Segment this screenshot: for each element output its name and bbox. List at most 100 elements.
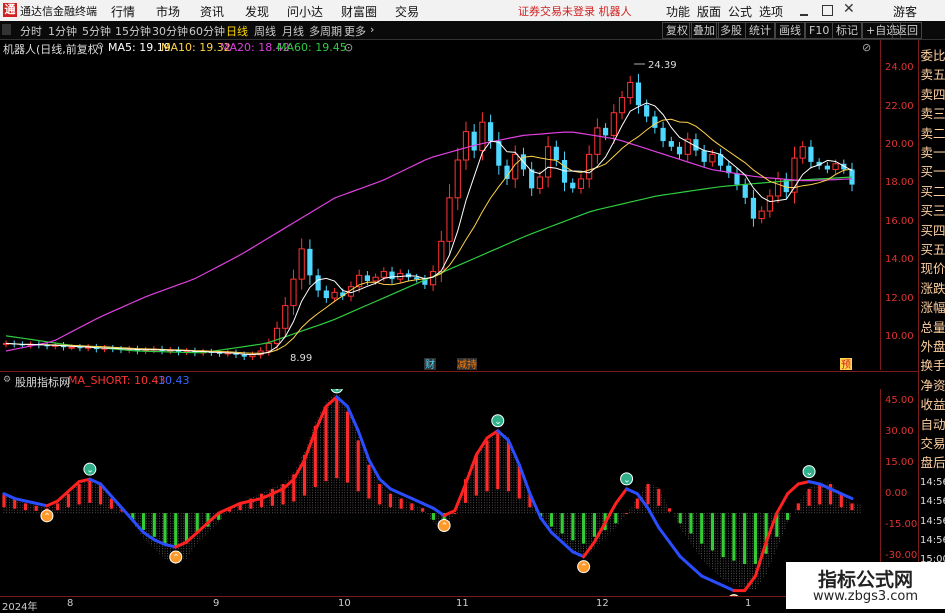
menu-formula[interactable]: 公式 [728, 3, 752, 20]
side-item-14[interactable]: 总量 [920, 318, 945, 337]
stats-button[interactable]: 统计 [745, 22, 775, 39]
side-item-23[interactable]: 14:56 [920, 492, 945, 511]
event-marker-reduce[interactable]: 减持 [457, 358, 477, 371]
side-item-5[interactable]: 卖一 [920, 143, 945, 162]
candle-body[interactable] [290, 278, 297, 307]
candle-body[interactable] [577, 178, 585, 189]
indicator-chart[interactable]: ⌃⌄⌃⌄⌃⌄⌃⌄⌃⌄ [0, 389, 880, 596]
menu-wealth[interactable]: 财富圈 [341, 3, 377, 20]
candle-body[interactable] [618, 97, 626, 114]
candle-body[interactable] [734, 173, 740, 185]
tab-more[interactable]: 更多 [344, 23, 366, 39]
side-item-3[interactable]: 卖三 [920, 104, 945, 123]
candle-body[interactable] [446, 197, 453, 242]
candlestick-chart[interactable]: 24.39 8.99 财 减持 预 [0, 56, 880, 371]
more-dropdown-icon[interactable]: › [370, 23, 374, 36]
candle-body[interactable] [832, 163, 839, 170]
tab-monthly[interactable]: 月线 [282, 23, 304, 39]
event-marker-fin[interactable]: 财 [425, 358, 435, 371]
candle-body[interactable] [652, 116, 658, 128]
side-item-6[interactable]: 买一 [920, 162, 945, 181]
candle-body[interactable] [742, 184, 748, 198]
candle-body[interactable] [504, 165, 510, 179]
settings-icon[interactable]: ⚙ [96, 42, 104, 52]
tab-1min[interactable]: 1分钟 [48, 23, 77, 39]
menu-options[interactable]: 选项 [759, 3, 783, 20]
candle-body[interactable] [750, 197, 757, 219]
indicator-name[interactable]: 股朋指标网 [15, 374, 70, 390]
candle-body[interactable] [808, 146, 814, 162]
candle-body[interactable] [570, 182, 576, 189]
candle-body[interactable] [273, 327, 281, 344]
side-item-25[interactable]: 14:56 [920, 531, 945, 550]
candle-body[interactable] [479, 121, 486, 152]
candle-body[interactable] [610, 112, 617, 136]
candle-body[interactable] [553, 146, 559, 160]
side-item-15[interactable]: 外盘 [920, 337, 945, 356]
candle-body[interactable] [364, 275, 370, 282]
menu-layout[interactable]: 版面 [697, 3, 721, 20]
overlay-button[interactable]: 叠加 [689, 22, 719, 39]
candle-body[interactable] [602, 127, 609, 136]
candle-body[interactable] [68, 346, 75, 349]
side-item-19[interactable]: 自动 [920, 415, 945, 434]
menu-quotes[interactable]: 行情 [111, 3, 135, 20]
side-item-9[interactable]: 买四 [920, 221, 945, 240]
candle-body[interactable] [282, 305, 289, 329]
back-button[interactable]: 返回 [892, 22, 922, 39]
draw-line-button[interactable]: 画线 [775, 22, 805, 39]
side-item-21[interactable]: 盘后 [920, 453, 945, 472]
side-item-18[interactable]: 收益 [920, 395, 945, 414]
candle-body[interactable] [758, 210, 765, 220]
candle-body[interactable] [372, 276, 379, 282]
side-item-12[interactable]: 涨跌 [920, 279, 945, 298]
tab-15min[interactable]: 15分钟 [115, 23, 151, 39]
candle-body[interactable] [462, 131, 470, 161]
tab-daily[interactable]: 日线 [226, 23, 248, 39]
candle-body[interactable] [676, 146, 683, 155]
side-item-10[interactable]: 买五 [920, 240, 945, 259]
side-item-4[interactable]: 卖二 [920, 124, 945, 143]
candle-body[interactable] [315, 275, 321, 291]
tab-intraday[interactable]: 分时 [20, 23, 42, 39]
candle-body[interactable] [824, 165, 830, 170]
side-item-13[interactable]: 涨幅 [920, 298, 945, 317]
menu-xiaoda[interactable]: 问小达 [287, 3, 323, 20]
side-item-20[interactable]: 交易 [920, 434, 945, 453]
candle-body[interactable] [77, 347, 83, 349]
login-warning[interactable]: 证券交易未登录 机器人 [518, 3, 632, 19]
menu-market[interactable]: 市场 [156, 3, 180, 20]
side-item-7[interactable]: 买二 [920, 182, 945, 201]
stock-name[interactable]: 机器人(日线,前复权) [3, 41, 103, 57]
side-item-2[interactable]: 卖四 [920, 85, 945, 104]
candle-body[interactable] [241, 354, 247, 357]
candle-body[interactable] [635, 82, 642, 106]
candle-body[interactable] [660, 127, 666, 142]
candle-body[interactable] [323, 290, 329, 299]
close-icon[interactable]: ✕ [843, 1, 855, 17]
multi-stock-button[interactable]: 多股 [716, 22, 746, 39]
side-item-1[interactable]: 卖五 [920, 65, 945, 84]
candle-body[interactable] [331, 291, 338, 299]
menu-discover[interactable]: 发现 [245, 3, 269, 20]
tab-weekly[interactable]: 周线 [254, 23, 276, 39]
candle-body[interactable] [709, 153, 716, 163]
side-item-0[interactable]: 委比 [920, 46, 945, 65]
candle-body[interactable] [586, 153, 593, 180]
tab-60min[interactable]: 60分钟 [189, 23, 225, 39]
candle-body[interactable] [414, 277, 420, 280]
menu-news[interactable]: 资讯 [200, 3, 224, 20]
menu-trade[interactable]: 交易 [395, 3, 419, 20]
candle-body[interactable] [265, 342, 272, 352]
side-item-17[interactable]: 净资 [920, 376, 945, 395]
side-item-11[interactable]: 现价 [920, 259, 945, 278]
candle-body[interactable] [644, 105, 650, 117]
tab-30min[interactable]: 30分钟 [152, 23, 188, 39]
candle-body[interactable] [627, 81, 634, 99]
menu-function[interactable]: 功能 [666, 3, 690, 20]
zoom-icon[interactable]: ⊘ [862, 41, 871, 54]
candle-body[interactable] [471, 131, 477, 151]
candle-body[interactable] [544, 146, 552, 178]
maximize-icon[interactable] [822, 5, 833, 16]
guest-label[interactable]: 游客 [893, 3, 917, 20]
